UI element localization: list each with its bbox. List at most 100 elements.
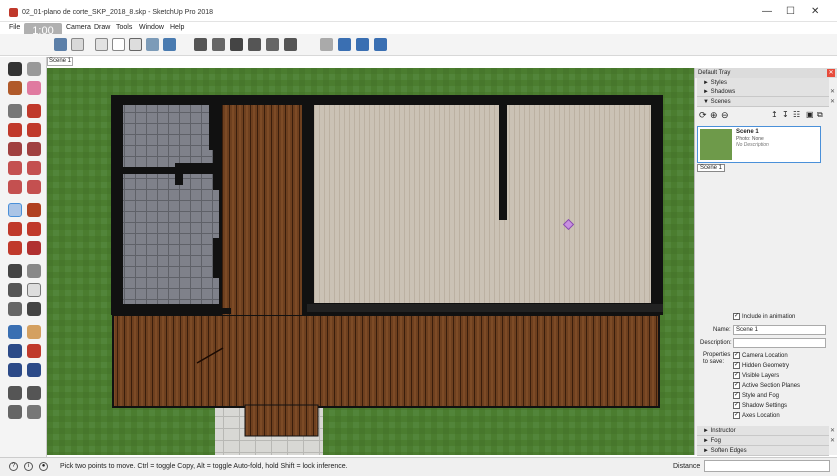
move-up-icon[interactable]: ↥ [771, 110, 778, 119]
walk-icon[interactable] [8, 405, 22, 419]
wireframe-style-icon[interactable] [95, 38, 108, 51]
minimize-button[interactable]: — [762, 6, 772, 17]
display-section-cuts-icon[interactable] [356, 38, 369, 51]
section-plane-tool-icon[interactable] [27, 405, 41, 419]
top-camera-icon[interactable] [212, 38, 225, 51]
view-options-icon[interactable]: ☷ [793, 110, 800, 119]
menu-bar: File Camera Draw Tools Window Help [0, 22, 837, 34]
arc-icon[interactable] [8, 161, 22, 175]
protractor-icon[interactable] [8, 283, 22, 297]
previous-view-icon[interactable] [27, 363, 41, 377]
axes-icon[interactable] [8, 302, 22, 316]
orbit-icon[interactable] [8, 325, 22, 339]
add-scene-icon[interactable]: ⊕ [710, 110, 718, 121]
scene-tab[interactable]: Scene 1 [47, 57, 73, 66]
rotated-rectangle-icon[interactable] [27, 123, 41, 137]
menu-help[interactable]: Help [170, 24, 184, 31]
model-viewport[interactable] [47, 68, 694, 455]
right-camera-icon[interactable] [248, 38, 261, 51]
prop-visible-layers[interactable]: ✓ Visible Layers [733, 372, 779, 379]
thumbnail-icon[interactable]: ▣ [806, 110, 814, 119]
prop-hidden-geometry[interactable]: ✓ Hidden Geometry [733, 362, 789, 369]
rectangle-icon[interactable] [8, 123, 22, 137]
tray-section-instructor[interactable]: ► Instructor [697, 426, 829, 436]
include-animation-checkbox[interactable]: ✓ [733, 313, 740, 320]
scene-name-input[interactable]: Scene 1 [733, 325, 826, 335]
user-icon[interactable]: ● [39, 462, 48, 471]
textured-style-icon[interactable] [146, 38, 159, 51]
3d-text-icon[interactable] [27, 302, 41, 316]
zoom-window-icon[interactable] [27, 344, 41, 358]
position-camera-icon[interactable] [8, 386, 22, 400]
zoom-extents-icon[interactable] [8, 363, 22, 377]
distance-input[interactable] [704, 460, 830, 472]
polygon-icon[interactable] [27, 142, 41, 156]
tray-section-fog[interactable]: ► Fog [697, 436, 829, 446]
dimension-icon[interactable] [27, 264, 41, 278]
details-icon[interactable]: ⧉ [817, 110, 823, 120]
remove-scene-icon[interactable]: ⊖ [721, 110, 729, 121]
include-animation-row[interactable]: ✓ Include in animation [733, 313, 795, 320]
credits-icon[interactable]: i [24, 462, 33, 471]
left-toolbar [0, 57, 47, 457]
scale-icon[interactable] [8, 241, 22, 255]
prop-camera-location[interactable]: ✓ Camera Location [733, 352, 788, 359]
two-point-arc-icon[interactable] [27, 161, 41, 175]
pie-icon[interactable] [27, 180, 41, 194]
component-icon[interactable] [27, 62, 41, 76]
scene-thumbnail-card[interactable]: Scene 1 Photo: None No Description [697, 126, 821, 163]
zoom-icon[interactable] [8, 344, 22, 358]
prop-active-section-planes[interactable]: ✓ Active Section Planes [733, 382, 800, 389]
iso-view-icon[interactable] [54, 38, 67, 51]
eraser-icon[interactable] [27, 81, 41, 95]
text-icon[interactable] [27, 283, 41, 297]
tray-section-shadows[interactable]: ► Shadows [697, 87, 829, 97]
look-around-icon[interactable] [27, 386, 41, 400]
tray-section-soften-edges[interactable]: ► Soften Edges [697, 446, 829, 456]
three-point-arc-icon[interactable] [8, 180, 22, 194]
scenes-close-icon[interactable]: ✕ [830, 98, 836, 106]
select-icon[interactable] [8, 62, 22, 76]
instructor-close-icon[interactable]: ✕ [830, 427, 836, 435]
follow-me-icon[interactable] [27, 222, 41, 236]
tape-measure-icon[interactable] [8, 264, 22, 278]
hidden-line-style-icon[interactable] [112, 38, 125, 51]
menu-tools[interactable]: Tools [116, 24, 132, 31]
menu-draw[interactable]: Draw [94, 24, 110, 31]
front-camera-icon[interactable] [230, 38, 243, 51]
shaded-style-icon[interactable] [129, 38, 142, 51]
display-section-fill-icon[interactable] [374, 38, 387, 51]
back-camera-icon[interactable] [266, 38, 279, 51]
paint-bucket-icon[interactable] [8, 81, 22, 95]
monochrome-style-icon[interactable] [163, 38, 176, 51]
top-view-icon[interactable] [71, 38, 84, 51]
section-plane-icon[interactable] [320, 38, 333, 51]
refresh-scene-icon[interactable]: ⟳ [699, 110, 707, 121]
circle-icon[interactable] [8, 142, 22, 156]
iso-camera-icon[interactable] [194, 38, 207, 51]
move-icon[interactable] [8, 203, 22, 217]
prop-axes-location[interactable]: ✓ Axes Location [733, 412, 780, 419]
offset-icon[interactable] [27, 241, 41, 255]
prop-shadow-settings[interactable]: ✓ Shadow Settings [733, 402, 787, 409]
geo-location-icon[interactable]: ? [9, 462, 18, 471]
display-section-plane-icon[interactable] [338, 38, 351, 51]
push-pull-icon[interactable] [27, 203, 41, 217]
scene-description-input[interactable] [733, 338, 826, 348]
maximize-button[interactable]: ☐ [786, 6, 795, 17]
pan-icon[interactable] [27, 325, 41, 339]
left-camera-icon[interactable] [284, 38, 297, 51]
move-down-icon[interactable]: ↧ [782, 110, 789, 119]
close-button[interactable]: ✕ [811, 6, 819, 17]
freehand-icon[interactable] [27, 104, 41, 118]
rotate-icon[interactable] [8, 222, 22, 236]
shadows-close-icon[interactable]: ✕ [830, 88, 836, 96]
menu-file[interactable]: File [9, 24, 20, 31]
fog-close-icon[interactable]: ✕ [830, 437, 836, 445]
menu-window[interactable]: Window [139, 24, 164, 31]
menu-camera[interactable]: Camera [66, 24, 91, 31]
tray-section-scenes[interactable]: ▼ Scenes [697, 97, 829, 107]
line-icon[interactable] [8, 104, 22, 118]
prop-style-and-fog[interactable]: ✓ Style and Fog [733, 392, 779, 399]
tray-close-button[interactable]: ✕ [827, 69, 835, 77]
